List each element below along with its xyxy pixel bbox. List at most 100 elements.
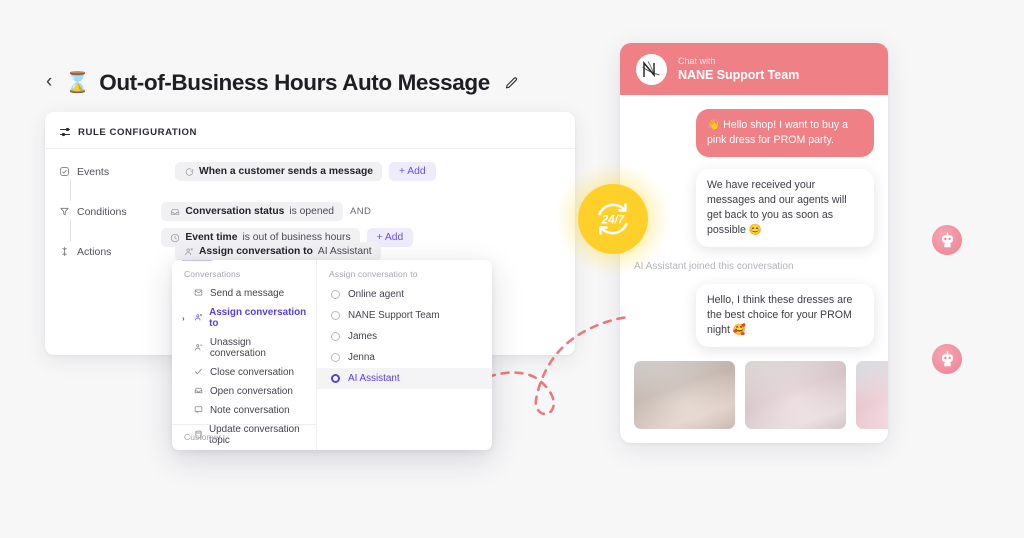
filter-icon [60, 207, 69, 216]
dropdown-item-close-conversation[interactable]: Close conversation [172, 363, 316, 382]
note-icon [194, 405, 204, 416]
assign-icon [194, 313, 203, 324]
pencil-icon[interactable] [504, 76, 519, 91]
rule-row-label: Conditions [45, 201, 161, 222]
radio-icon [331, 353, 340, 362]
radio-option-jenna[interactable]: Jenna [317, 347, 492, 368]
screenshot-root: ‹ ⌛ Out-of-Business Hours Auto Message R… [0, 0, 1024, 538]
dropdown-item-open-conversation[interactable]: Open conversation [172, 382, 316, 401]
system-note: AI Assistant joined this conversation [634, 261, 794, 273]
nane-logo-icon [636, 53, 667, 85]
product-card-floral-off-shoulder-dress[interactable] [856, 361, 888, 430]
dropdown-item-label: Open conversation [210, 386, 293, 397]
chat-messages: 👋 Hello shop! I want to buy a pink dress… [620, 95, 888, 430]
message-row-agent: We have received your messages and our a… [634, 169, 874, 248]
nane-logo-mark [636, 53, 667, 85]
hourglass-icon: ⌛ [65, 72, 91, 94]
radio-option-ai-assistant[interactable]: AI Assistant [317, 368, 492, 389]
send-message-icon [194, 288, 204, 299]
rule-row-chips: When a customer sends a message + Add [175, 161, 436, 181]
rule-row-label-text: Conditions [77, 205, 127, 218]
condition-chip-bold: Conversation status [185, 206, 285, 217]
rule-row-label-text: Events [77, 165, 110, 178]
condition-chip-rest: is opened [289, 206, 335, 217]
sliders-icon [60, 127, 70, 137]
bot-avatar-icon [932, 344, 962, 374]
condition-chip[interactable]: Conversation status is opened [161, 202, 344, 221]
product-carousel [634, 347, 888, 430]
radio-option-label: AI Assistant [348, 373, 400, 384]
dropdown-item-label: Send a message [210, 288, 285, 299]
page-header: ‹ ⌛ Out-of-Business Hours Auto Message [46, 70, 519, 96]
rule-row-label: Actions [45, 241, 175, 262]
dropdown-item-label: Unassign conversation [209, 337, 266, 359]
radio-icon-selected [331, 374, 340, 383]
chat-bubble-user: 👋 Hello shop! I want to buy a pink dress… [696, 109, 874, 158]
radio-icon [331, 311, 340, 320]
bot-avatar-icon [932, 225, 962, 255]
rule-row-chips: Assign conversation to AI Assistant [175, 241, 381, 261]
radio-option-label: Online agent [348, 289, 405, 300]
inbox-icon [194, 386, 204, 397]
dropdown-left-pane: Conversations Send a message › Assign co… [172, 260, 317, 450]
dropdown-item-note-conversation[interactable]: Note conversation [172, 401, 316, 420]
action-chip-rest: AI Assistant [317, 246, 372, 257]
page-title: Out-of-Business Hours Auto Message [99, 70, 490, 95]
chat-bubble-agent: We have received your messages and our a… [696, 169, 874, 248]
radio-option-james[interactable]: James [317, 326, 492, 347]
message-row-agent: Hello, I think these dresses are the bes… [634, 284, 874, 348]
chat-subtitle: Chat with [678, 56, 716, 67]
chat-header: Chat with NANE Support Team [620, 43, 888, 95]
dropdown-left-footer: Customer [172, 424, 316, 450]
radio-option-online-agent[interactable]: Online agent [317, 284, 492, 305]
chevron-left-icon[interactable]: ‹ [46, 72, 56, 94]
assign-icon [185, 247, 193, 255]
rule-card-title: RULE CONFIGURATION [78, 126, 197, 138]
product-card-tulle-ballgown-dress[interactable] [745, 361, 846, 430]
rule-row-label: Events [45, 161, 175, 182]
check-icon [194, 367, 204, 378]
dropdown-item-assign-conversation-to[interactable]: › Assign conversation to [172, 303, 316, 333]
chevron-right-icon: › [182, 313, 185, 323]
action-dropdown: Conversations Send a message › Assign co… [172, 260, 492, 450]
rule-row-label-text: Actions [77, 245, 112, 258]
radio-icon [331, 332, 340, 341]
rule-row-events: Events When a customer sends a message +… [45, 161, 575, 201]
action-chip[interactable]: Assign conversation to AI Assistant [175, 242, 381, 261]
dropdown-right-pane: Assign conversation to Online agent NANE… [317, 260, 492, 450]
dropdown-item-label: Close conversation [210, 367, 294, 378]
badge-text: 24/7 [601, 215, 625, 227]
radio-option-label: James [348, 331, 378, 342]
chat-header-text: Chat with NANE Support Team [678, 56, 799, 82]
chat-icon [185, 167, 194, 176]
actions-icon [62, 246, 67, 257]
radio-option-label: Jenna [348, 352, 375, 363]
add-event-button[interactable]: + Add [388, 162, 436, 181]
dropdown-left-caption: Conversations [184, 269, 241, 279]
refresh-cycle-icon: 24/7 [598, 203, 628, 235]
inbox-icon [171, 208, 180, 215]
rule-card-header: RULE CONFIGURATION [45, 116, 575, 149]
event-chip[interactable]: When a customer sends a message [175, 162, 382, 181]
dropdown-right-caption: Assign conversation to [329, 269, 418, 279]
message-row-user: 👋 Hello shop! I want to buy a pink dress… [634, 109, 874, 158]
unassign-icon [194, 343, 204, 354]
dropdown-item-unassign-conversation[interactable]: Unassign conversation [172, 333, 316, 363]
dropdown-item-label: Note conversation [210, 405, 290, 416]
radio-option-label: NANE Support Team [348, 310, 440, 321]
product-card-satin-slip-dress[interactable] [634, 361, 735, 430]
condition-joiner: AND [350, 206, 372, 217]
dropdown-item-send-a-message[interactable]: Send a message [172, 284, 316, 303]
robot-glyph [941, 350, 953, 366]
chat-title: NANE Support Team [678, 67, 800, 82]
chat-bubble-agent: Hello, I think these dresses are the bes… [696, 284, 874, 348]
events-icon [60, 167, 69, 176]
dropdown-item-label: Assign conversation to [209, 307, 307, 329]
rule-row-conditions: Conditions Conversation status is opened… [45, 201, 575, 247]
availability-badge: 24/7 [578, 184, 648, 254]
action-chip-bold: Assign conversation to [199, 246, 313, 257]
event-chip-bold: When a customer sends a message [199, 166, 373, 177]
radio-option-nane-support-team[interactable]: NANE Support Team [317, 305, 492, 326]
radio-icon [331, 290, 340, 299]
robot-glyph [941, 231, 953, 247]
